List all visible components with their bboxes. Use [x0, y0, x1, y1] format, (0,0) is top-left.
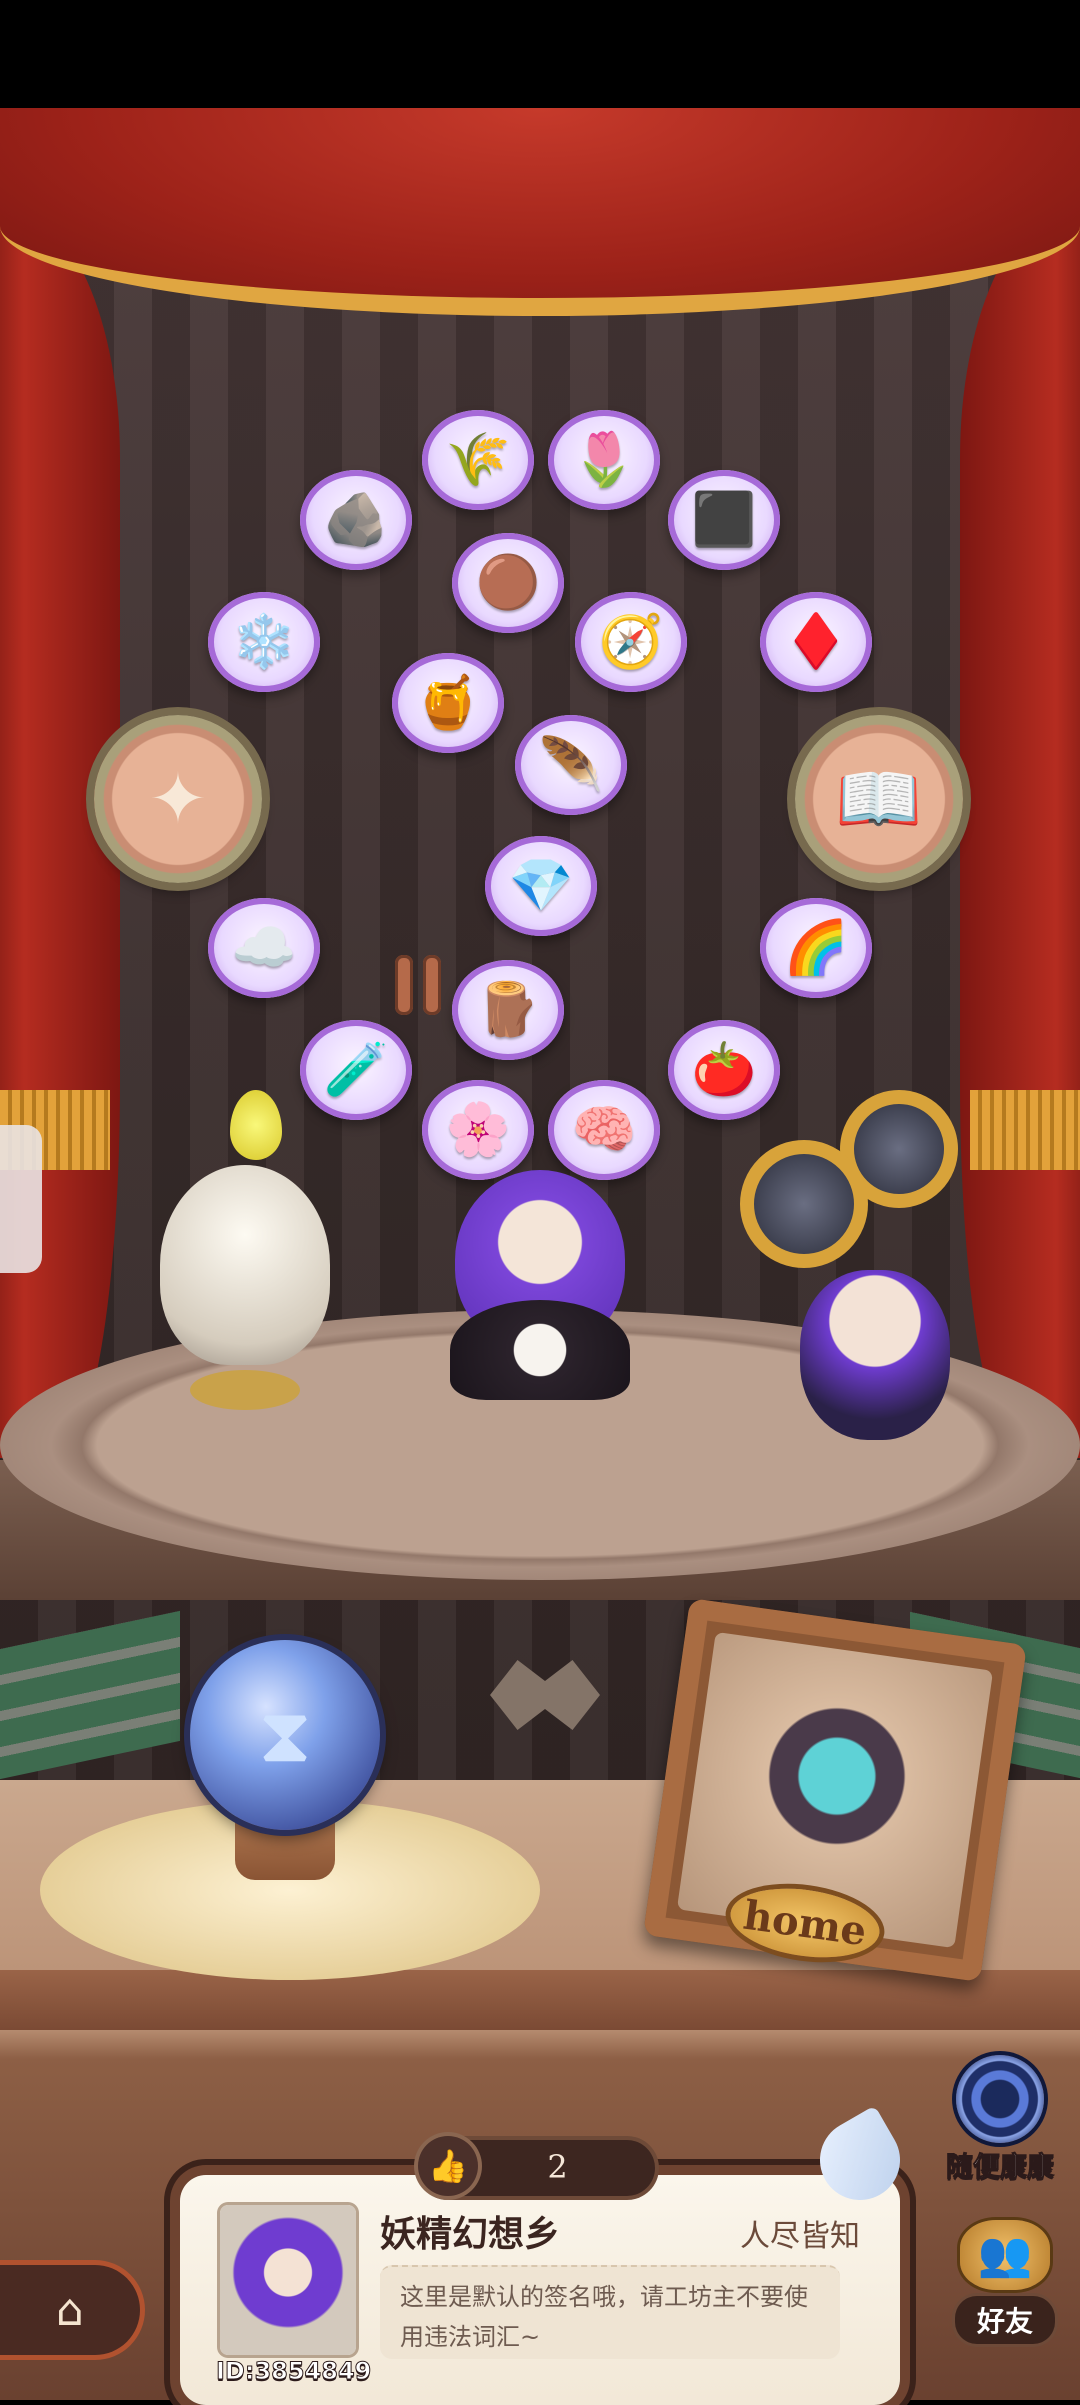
ingredient-dark-feather[interactable]: 🪶: [515, 715, 627, 815]
ingredient-cloud[interactable]: ☁️: [208, 898, 320, 998]
spectacles-lens: [740, 1140, 868, 1268]
wood-icon: 🪵: [475, 980, 541, 1040]
candle-fairy-body: [160, 1165, 330, 1365]
profile-card: ID:3854849 妖精幻想乡 人尽皆知 这里是默认的签名哦，请工坊主不要使用…: [180, 2175, 900, 2405]
candle-stand: [190, 1370, 300, 1410]
rainbow-icon: 🌈: [783, 918, 849, 978]
crystal-ball-button[interactable]: ⧗: [190, 1640, 380, 1830]
ingredient-wheat[interactable]: 🌾: [422, 410, 534, 510]
coal-icon: ⬛: [691, 490, 757, 550]
glasses-fairy-character[interactable]: [720, 1090, 1010, 1460]
shelf-edge: [0, 1970, 1080, 2030]
like-count: 2: [547, 2148, 568, 2186]
ore-icon: 🪨: [323, 490, 389, 550]
book-icon: 📖: [835, 757, 923, 840]
friends-icon: 👥: [960, 2220, 1050, 2290]
ingredient-potion-bottle[interactable]: 🧪: [300, 1020, 412, 1120]
friends-button[interactable]: 👥 好友: [930, 2220, 1080, 2350]
ingredient-red-crystals[interactable]: ♦️: [760, 592, 872, 692]
crystal-icon: ♦️: [783, 612, 849, 672]
signature-text[interactable]: 这里是默认的签名哦，请工坊主不要使用违法词汇~: [380, 2265, 840, 2359]
potion-icon: 🧪: [323, 1040, 389, 1100]
recipe-book-medal[interactable]: 📖: [795, 715, 963, 883]
ingredient-coal[interactable]: ⬛: [668, 470, 780, 570]
lily-icon: 🌷: [571, 430, 637, 490]
hourglass-icon: ⧗: [258, 1689, 312, 1779]
cloud-icon: ☁️: [231, 918, 297, 978]
compass-icon: 🧭: [598, 612, 664, 672]
ingredient-wood-plank[interactable]: 🪵: [452, 960, 564, 1060]
ingredient-ice-crystal[interactable]: ❄️: [208, 592, 320, 692]
glasses-fairy-body: [800, 1270, 950, 1440]
maid-dress: [450, 1300, 630, 1400]
friends-label: 好友: [954, 2296, 1055, 2344]
like-counter[interactable]: 👍 2: [418, 2136, 655, 2196]
pause-bar-icon: [423, 955, 441, 1015]
honeycomb-icon: 🍯: [415, 673, 481, 733]
ingredient-quartz[interactable]: 💎: [485, 836, 597, 936]
thumbs-up-icon: 👍: [418, 2136, 478, 2196]
fairy-medal[interactable]: ✦: [94, 715, 262, 883]
player-id: ID:3854849: [215, 2357, 372, 2386]
candle-fairy-character[interactable]: [150, 1090, 340, 1410]
ingredient-copper-ore[interactable]: 🪨: [300, 470, 412, 570]
ingredient-tomato[interactable]: 🍅: [668, 1020, 780, 1120]
pause-button[interactable]: [395, 955, 451, 1015]
random-visit-label: 随便康康: [946, 2152, 1055, 2184]
ingredient-honeycomb[interactable]: 🍯: [392, 653, 504, 753]
tomato-icon: 🍅: [691, 1040, 757, 1100]
ingredient-lily[interactable]: 🌷: [548, 410, 660, 510]
home-button[interactable]: ⌂: [0, 2265, 140, 2355]
maid-character[interactable]: [430, 1110, 650, 1410]
house-icon: ⌂: [56, 2284, 84, 2336]
ingredient-rainbow-ribbon[interactable]: 🌈: [760, 898, 872, 998]
fame-tag: 人尽皆知: [740, 2219, 860, 2254]
side-drawer-tab[interactable]: [0, 1125, 42, 1273]
avatar[interactable]: [220, 2205, 356, 2355]
ice-icon: ❄️: [231, 612, 297, 672]
wheat-icon: 🌾: [445, 430, 511, 490]
ingredient-dirt-pile[interactable]: 🟤: [452, 533, 564, 633]
ingredient-compass[interactable]: 🧭: [575, 592, 687, 692]
top-curtain: [0, 108, 1080, 316]
pause-bar-icon: [395, 955, 413, 1015]
workshop-name: 妖精幻想乡: [380, 2214, 561, 2255]
dirt-icon: 🟤: [475, 553, 541, 613]
fairy-silhouette-icon: ✦: [148, 758, 208, 840]
portal-icon: [956, 2055, 1044, 2143]
quartz-icon: 💎: [508, 856, 574, 916]
feather-icon: 🪶: [538, 735, 604, 795]
random-visit-button[interactable]: 随便康康: [945, 2055, 1055, 2184]
